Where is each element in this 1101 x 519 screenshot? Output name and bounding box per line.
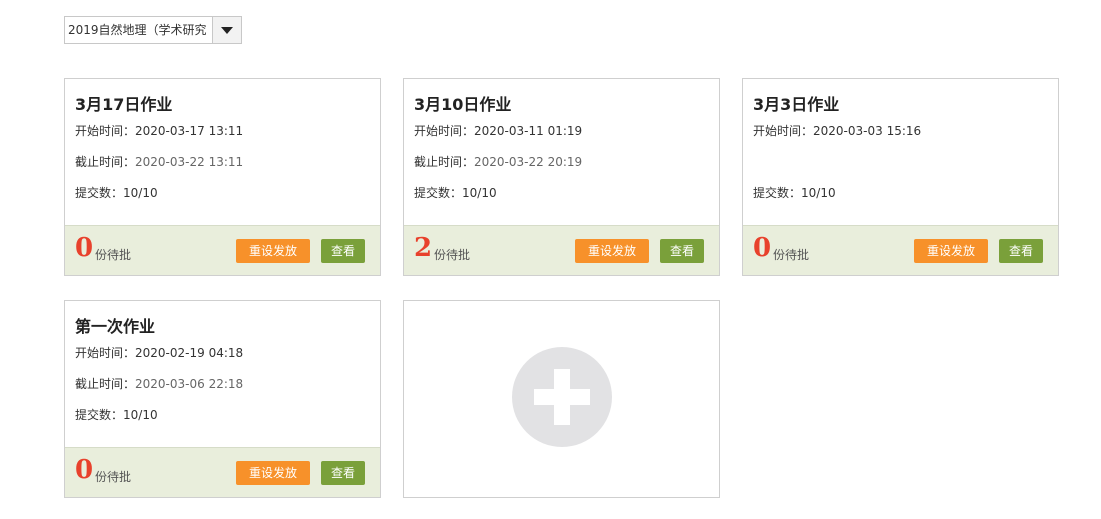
chevron-down-icon — [221, 26, 233, 34]
submit-count-label: 提交数： — [75, 408, 124, 422]
start-time-label: 开始时间： — [414, 124, 475, 138]
plus-icon-vertical — [554, 369, 570, 425]
view-button[interactable]: 查看 — [321, 239, 365, 263]
submit-count-value: 10/10 — [462, 186, 497, 200]
submit-count-label: 提交数： — [414, 186, 463, 200]
due-time: 截止时间：2020-03-22 20:19 — [414, 153, 582, 170]
start-time-value: 2020-03-03 15:16 — [813, 124, 922, 138]
start-time-value: 2020-03-11 01:19 — [474, 124, 583, 138]
pending-count: 0 — [753, 233, 772, 263]
due-time-value: 2020-03-06 22:18 — [135, 377, 244, 391]
submit-count-label: 提交数： — [75, 186, 124, 200]
homework-title: 3月10日作业 — [414, 95, 512, 114]
start-time: 开始时间：2020-03-03 15:16 — [753, 122, 921, 139]
due-time-label: 截止时间： — [414, 155, 475, 169]
start-time-label: 开始时间： — [75, 346, 136, 360]
pending-label: 份待批 — [773, 248, 810, 262]
start-time: 开始时间：2020-02-19 04:18 — [75, 344, 243, 361]
start-time-value: 2020-02-19 04:18 — [135, 346, 244, 360]
homework-card-footer: 0 份待批 重设发放 查看 — [65, 447, 380, 497]
add-homework-card[interactable] — [403, 300, 720, 498]
due-time: 截止时间：2020-03-06 22:18 — [75, 375, 243, 392]
pending-label: 份待批 — [95, 470, 132, 484]
start-time: 开始时间：2020-03-17 13:11 — [75, 122, 243, 139]
homework-page: 2019自然地理（学术研究 3月17日作业 开始时间：2020-03-17 13… — [0, 0, 1101, 519]
homework-card: 第一次作业 开始时间：2020-02-19 04:18 截止时间：2020-03… — [64, 300, 381, 498]
view-button[interactable]: 查看 — [660, 239, 704, 263]
homework-card-footer: 0 份待批 重设发放 查看 — [743, 225, 1058, 275]
view-button[interactable]: 查看 — [999, 239, 1043, 263]
homework-card: 3月17日作业 开始时间：2020-03-17 13:11 截止时间：2020-… — [64, 78, 381, 276]
start-time-label: 开始时间： — [753, 124, 814, 138]
homework-card-footer: 2 份待批 重设发放 查看 — [404, 225, 719, 275]
submit-count: 提交数：10/10 — [75, 184, 158, 201]
submit-count: 提交数：10/10 — [414, 184, 497, 201]
reset-distribute-button[interactable]: 重设发放 — [914, 239, 988, 263]
course-select-dropdown-button[interactable] — [212, 17, 241, 43]
start-time-label: 开始时间： — [75, 124, 136, 138]
submit-count-value: 10/10 — [801, 186, 836, 200]
reset-distribute-button[interactable]: 重设发放 — [575, 239, 649, 263]
reset-distribute-button[interactable]: 重设发放 — [236, 461, 310, 485]
pending-label: 份待批 — [95, 248, 132, 262]
due-time-value: 2020-03-22 20:19 — [474, 155, 583, 169]
homework-title: 3月17日作业 — [75, 95, 173, 114]
due-time-label: 截止时间： — [75, 155, 136, 169]
start-time-value: 2020-03-17 13:11 — [135, 124, 244, 138]
reset-distribute-button[interactable]: 重设发放 — [236, 239, 310, 263]
pending-count: 2 — [414, 233, 433, 263]
course-select[interactable]: 2019自然地理（学术研究 — [64, 16, 242, 44]
submit-count: 提交数：10/10 — [75, 406, 158, 423]
homework-card: 3月10日作业 开始时间：2020-03-11 01:19 截止时间：2020-… — [403, 78, 720, 276]
due-time: 截止时间：2020-03-22 13:11 — [75, 153, 243, 170]
submit-count-label: 提交数： — [753, 186, 802, 200]
course-select-value: 2019自然地理（学术研究 — [68, 23, 207, 37]
submit-count: 提交数：10/10 — [753, 184, 836, 201]
homework-title: 第一次作业 — [75, 317, 156, 336]
homework-card: 3月3日作业 开始时间：2020-03-03 15:16 提交数：10/10 0… — [742, 78, 1059, 276]
submit-count-value: 10/10 — [123, 186, 158, 200]
pending-count: 0 — [75, 455, 94, 485]
due-time-label: 截止时间： — [75, 377, 136, 391]
homework-title: 3月3日作业 — [753, 95, 840, 114]
due-time-value: 2020-03-22 13:11 — [135, 155, 244, 169]
view-button[interactable]: 查看 — [321, 461, 365, 485]
homework-card-footer: 0 份待批 重设发放 查看 — [65, 225, 380, 275]
plus-icon[interactable] — [512, 347, 612, 447]
submit-count-value: 10/10 — [123, 408, 158, 422]
pending-label: 份待批 — [434, 248, 471, 262]
start-time: 开始时间：2020-03-11 01:19 — [414, 122, 582, 139]
pending-count: 0 — [75, 233, 94, 263]
